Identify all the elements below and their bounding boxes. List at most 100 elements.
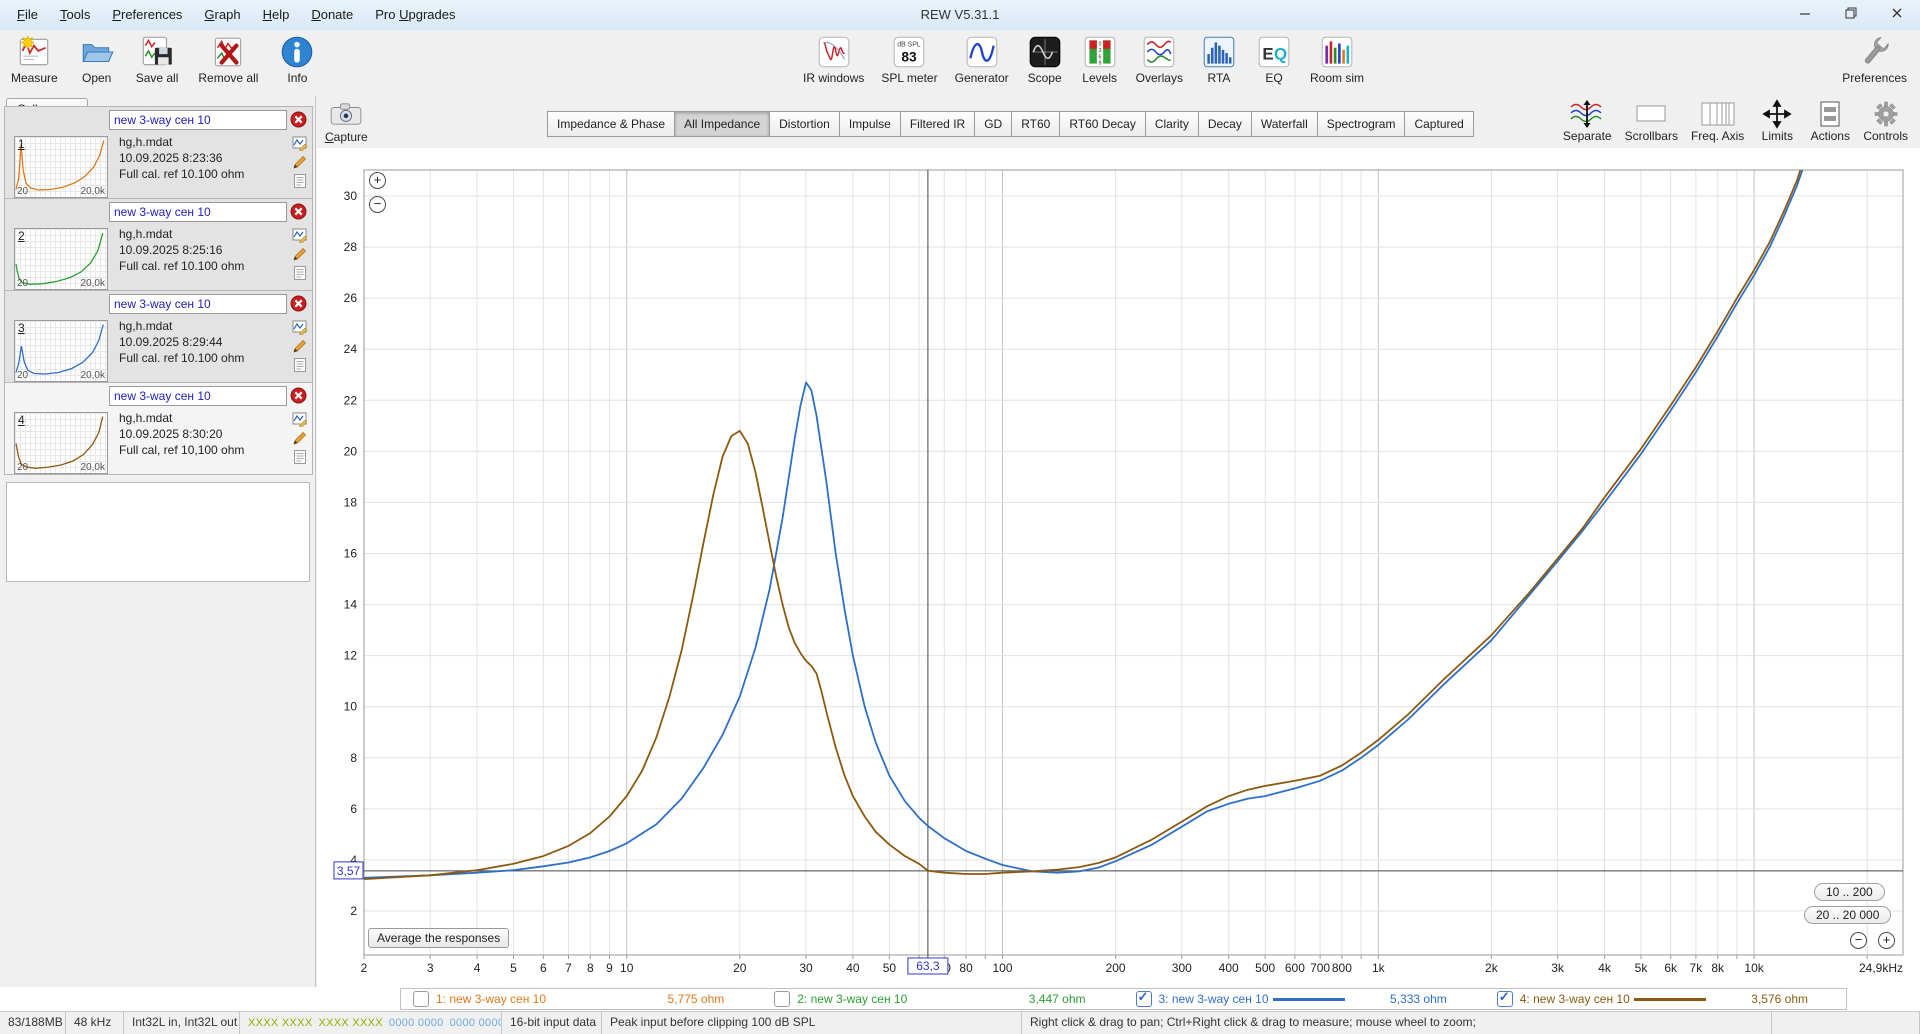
tool-eq-button[interactable]: E Q EQ	[1250, 32, 1298, 86]
tool-remove-all-button[interactable]: Remove all	[193, 32, 263, 86]
legend-checkbox-4[interactable]	[1496, 989, 1513, 1007]
tool-room-sim-button[interactable]: Room sim	[1305, 32, 1369, 86]
svg-text:E: E	[1262, 44, 1273, 63]
legend-item-2[interactable]: 2: new 3-way сен 10 3,447 ohm	[762, 989, 1123, 1009]
graph-tool-separate-button[interactable]: Separate	[1563, 99, 1612, 143]
measurement-1-delete-button[interactable]	[290, 111, 307, 128]
average-responses-button[interactable]: Average the responses	[368, 928, 510, 948]
graph-tool-limits-button[interactable]: Limits	[1757, 99, 1797, 143]
tool-spl-meter-button[interactable]: dB SPL 83 SPL meter	[876, 32, 942, 86]
tab-rt60-decay[interactable]: RT60 Decay	[1059, 111, 1146, 137]
plot-zoom-in-button[interactable]: +	[369, 172, 386, 189]
tab-spectrogram[interactable]: Spectrogram	[1316, 111, 1406, 137]
edit-graph-icon[interactable]	[292, 227, 308, 243]
trace-options-icon[interactable]	[292, 338, 308, 354]
tool-generator-button[interactable]: Generator	[950, 32, 1014, 86]
tab-impedance-phase[interactable]: Impedance & Phase	[547, 111, 676, 137]
legend-item-3[interactable]: 3: new 3-way сен 10 5,333 ohm	[1124, 989, 1485, 1009]
measurement-1-name-input[interactable]	[109, 110, 287, 130]
legend-item-4[interactable]: 4: new 3-way сен 10 3,576 ohm	[1485, 989, 1846, 1009]
tool-open-button[interactable]: Open	[73, 32, 121, 86]
measurement-4-thumbnail[interactable]: 4 20 20,0k	[14, 412, 108, 474]
freq-range-preset-button[interactable]: 10 .. 200	[1814, 883, 1885, 901]
tool-scope-button[interactable]: Scope	[1021, 32, 1069, 86]
notes-icon[interactable]	[292, 265, 308, 281]
measurement-3-name-input[interactable]	[109, 294, 287, 314]
capture-button[interactable]: Capture	[325, 101, 368, 144]
svg-text:1k: 1k	[1372, 961, 1386, 975]
trace-options-icon[interactable]	[292, 246, 308, 262]
plot-zoom-out-button[interactable]: −	[369, 196, 386, 213]
menu-pro-upgrades[interactable]: Pro Upgrades	[364, 0, 466, 29]
tool-overlays-button[interactable]: Overlays	[1131, 32, 1188, 86]
info-icon	[278, 33, 316, 71]
notes-icon[interactable]	[292, 449, 308, 465]
measurement-2-name-input[interactable]	[109, 202, 287, 222]
menu-donate[interactable]: Donate	[300, 0, 364, 29]
measurement-2[interactable]: 2 20 20,0k hg,h.mdat 10.09.2025 8:25:16 Full …	[4, 198, 313, 291]
legend-checkbox-3[interactable]	[1135, 989, 1152, 1007]
graph-tool-controls-button[interactable]: Controls	[1863, 99, 1908, 143]
tool-info-button[interactable]: Info	[273, 32, 321, 86]
window-maximize-button[interactable]	[1828, 0, 1874, 30]
tab-filtered-ir[interactable]: Filtered IR	[899, 111, 976, 137]
edit-graph-icon[interactable]	[292, 319, 308, 335]
measurement-4-delete-button[interactable]	[290, 387, 307, 404]
measurement-4-name-input[interactable]	[109, 386, 287, 406]
window-minimize-button[interactable]	[1782, 0, 1828, 30]
legend-label: 2: new 3-way сен 10	[797, 992, 908, 1006]
measurement-number: 1	[18, 137, 25, 151]
graph-tool-scrollbars-button[interactable]: Scrollbars	[1625, 99, 1678, 143]
tool-rta-button[interactable]: RTA	[1195, 32, 1243, 86]
graph-tool-freq-axis-button[interactable]: Freq. Axis	[1691, 99, 1744, 143]
tool-ir-windows-button[interactable]: IR windows	[798, 32, 869, 86]
graph-tool-actions-button[interactable]: Actions	[1810, 99, 1850, 143]
menu-preferences[interactable]: Preferences	[101, 0, 193, 29]
tool-measure-button[interactable]: Measure	[6, 32, 63, 86]
tab-all-impedance[interactable]: All Impedance	[674, 111, 771, 137]
measurement-1-thumbnail[interactable]: 1 20 20,0k	[14, 136, 108, 198]
measurement-3[interactable]: 3 20 20,0k hg,h.mdat 10.09.2025 8:29:44 Full …	[4, 290, 313, 383]
menu-file[interactable]: File	[6, 0, 49, 29]
measurement-1-actions	[292, 135, 308, 189]
tool-preferences-button[interactable]: Preferences	[1837, 32, 1912, 86]
tab-clarity[interactable]: Clarity	[1144, 111, 1199, 137]
tab-decay[interactable]: Decay	[1197, 111, 1252, 137]
tab-rt60[interactable]: RT60	[1011, 111, 1061, 137]
trace-options-icon[interactable]	[292, 154, 308, 170]
tab-gd[interactable]: GD	[974, 111, 1013, 137]
axis-zoom-in-button[interactable]: +	[1878, 932, 1895, 949]
tool-save-all-button[interactable]: Save all	[131, 32, 184, 86]
svg-text:2k: 2k	[1485, 961, 1499, 975]
measurement-2-delete-button[interactable]	[290, 203, 307, 220]
measurement-3-thumbnail[interactable]: 3 20 20,0k	[14, 320, 108, 382]
tab-waterfall[interactable]: Waterfall	[1250, 111, 1318, 137]
trace-options-icon[interactable]	[292, 430, 308, 446]
full-range-preset-button[interactable]: 20 .. 20 000	[1804, 906, 1892, 924]
menu-graph[interactable]: Graph	[193, 0, 251, 29]
scrollbars-icon	[1631, 99, 1671, 129]
axis-zoom-out-button[interactable]: −	[1850, 932, 1867, 949]
measurement-2-thumbnail[interactable]: 2 20 20,0k	[14, 228, 108, 290]
legend-checkbox-1[interactable]	[413, 991, 429, 1007]
measurement-3-delete-button[interactable]	[290, 295, 307, 312]
edit-graph-icon[interactable]	[292, 411, 308, 427]
tab-impulse[interactable]: Impulse	[838, 111, 901, 137]
impedance-plot[interactable]: 2 4 6 8 10 12 14 16 18 20 22 24 26 28 30 2 3 4 5 6 7 8 9 10 20 30…	[317, 148, 1920, 987]
menu-help[interactable]: Help	[252, 0, 301, 29]
legend-checkbox-2[interactable]	[774, 991, 791, 1007]
tab-distortion[interactable]: Distortion	[769, 111, 840, 137]
measurement-1[interactable]: 1 20 20,0k hg,h.mdat 10.09.2025 8:23:36 Full …	[4, 106, 313, 199]
notes-icon[interactable]	[292, 173, 308, 189]
edit-graph-icon[interactable]	[292, 135, 308, 151]
tab-captured[interactable]: Captured	[1404, 111, 1474, 137]
svg-text:14: 14	[344, 598, 358, 612]
window-close-button[interactable]	[1874, 0, 1920, 30]
measurement-3-info: hg,h.mdat 10.09.2025 8:29:44 Full cal. ref…	[119, 318, 244, 366]
svg-text:100: 100	[992, 961, 1012, 975]
tool-levels-button[interactable]: 0 3 6 9 Levels	[1076, 32, 1124, 86]
legend-item-1[interactable]: 1: new 3-way сен 10 5,775 ohm	[401, 989, 762, 1009]
notes-icon[interactable]	[292, 357, 308, 373]
measurement-4[interactable]: 4 20 20,0k hg,h.mdat 10.09.2025 8:30:20 Full …	[4, 382, 313, 475]
menu-tools[interactable]: Tools	[49, 0, 101, 29]
